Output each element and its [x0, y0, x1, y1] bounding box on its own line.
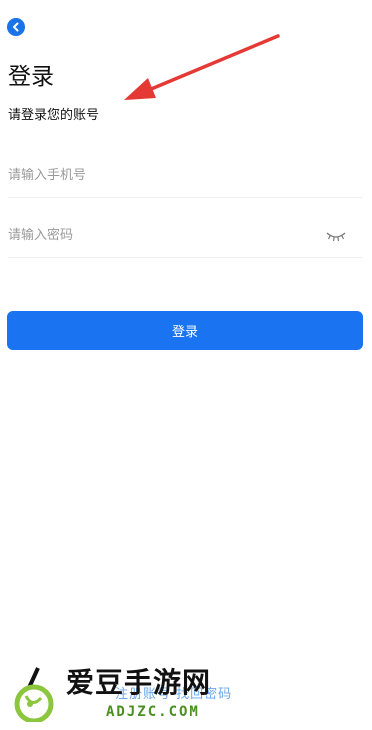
back-button[interactable]: [7, 18, 25, 36]
watermark-name: 爱豆手游网: [66, 666, 212, 699]
password-field: [8, 214, 362, 258]
phone-field: [8, 154, 362, 198]
login-screen: 登录 请登录您的账号 登录 注册账号 找回密码 爱豆手游网 ADJZC.COM: [0, 0, 372, 730]
phone-input[interactable]: [8, 154, 362, 197]
watermark-logo-icon: [14, 667, 54, 722]
chevron-left-icon: [13, 22, 19, 32]
password-input[interactable]: [8, 214, 362, 257]
eye-closed-icon[interactable]: [326, 230, 346, 242]
watermark: 爱豆手游网 ADJZC.COM: [8, 664, 258, 724]
annotation-arrow-icon: [124, 34, 280, 100]
page-subtitle: 请登录您的账号: [8, 108, 100, 123]
login-button[interactable]: 登录: [7, 311, 363, 350]
watermark-domain: ADJZC.COM: [106, 704, 200, 720]
page-title: 登录: [8, 64, 54, 90]
